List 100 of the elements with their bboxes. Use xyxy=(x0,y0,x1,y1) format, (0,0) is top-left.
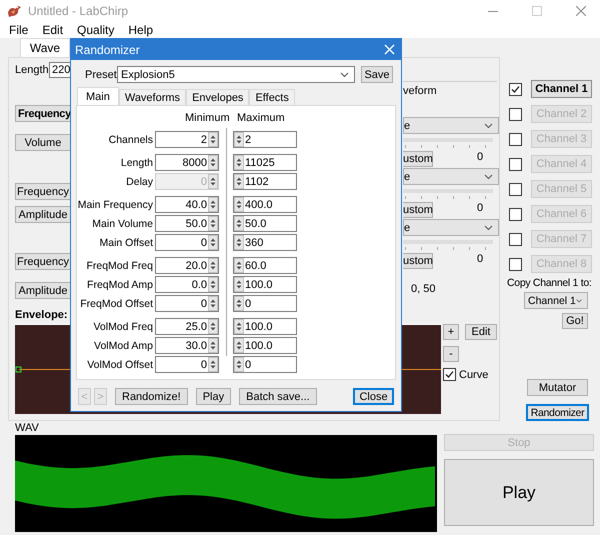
copy-label: Copy Channel 1 to: xyxy=(507,277,592,290)
spinner-arrows-icon[interactable] xyxy=(208,216,218,231)
spinner-arrows-icon[interactable] xyxy=(208,296,218,311)
length-field[interactable]: 220 xyxy=(49,62,71,78)
checkbox[interactable] xyxy=(509,82,522,96)
chevron-down-icon[interactable] xyxy=(484,224,493,230)
field-label: FreqMod Amp xyxy=(86,278,153,290)
edit-button[interactable]: Edit xyxy=(465,324,497,340)
button[interactable]: Volume xyxy=(15,134,71,151)
preset-label: Preset xyxy=(85,68,117,80)
play-button[interactable]: Play xyxy=(444,459,594,526)
number-field[interactable]: 400.0 xyxy=(233,196,297,213)
number-field[interactable]: 100.0 xyxy=(233,318,297,335)
button[interactable]: Mutator xyxy=(527,379,588,396)
custom-button[interactable]: ustom xyxy=(403,253,433,269)
menu-item[interactable]: Help xyxy=(128,22,154,36)
field-label: VolMod Amp xyxy=(93,340,153,352)
number-field[interactable]: 0 xyxy=(233,295,297,312)
spinner-arrows-icon[interactable] xyxy=(208,319,218,334)
chevron-down-icon[interactable] xyxy=(484,174,493,180)
chevron-down-icon[interactable] xyxy=(340,72,349,78)
custom-button[interactable]: ustom xyxy=(403,151,433,167)
spinner-arrows-icon[interactable] xyxy=(234,132,244,147)
number-field[interactable]: 25.0 xyxy=(155,318,219,335)
spinner-arrows-icon[interactable] xyxy=(208,132,218,147)
button[interactable]: Randomizer xyxy=(526,404,589,421)
spinner-arrows-icon[interactable] xyxy=(234,235,244,250)
number-field[interactable]: 2 xyxy=(233,131,297,148)
spinner-arrows-icon[interactable] xyxy=(208,258,218,273)
number-field[interactable]: 60.0 xyxy=(233,257,297,274)
button[interactable]: Amplitude xyxy=(15,282,71,299)
dropdown[interactable]: e xyxy=(403,168,499,185)
button[interactable]: Close xyxy=(353,388,394,405)
envelope-point[interactable] xyxy=(16,366,22,372)
number-field[interactable]: 100.0 xyxy=(233,337,297,354)
spinner-arrows-icon[interactable] xyxy=(234,296,244,311)
number-field[interactable]: 2 xyxy=(155,131,219,148)
number-field[interactable]: 360 xyxy=(233,234,297,251)
menu-item[interactable]: Quality xyxy=(77,22,114,36)
menu-item[interactable]: Edit xyxy=(42,22,64,36)
button[interactable]: Frequency xyxy=(15,253,71,270)
close-icon[interactable] xyxy=(576,6,586,16)
spinner-arrows-icon[interactable] xyxy=(208,197,218,212)
spinner-arrows-icon[interactable] xyxy=(208,357,218,372)
button[interactable]: Batch save... xyxy=(239,388,317,405)
number-field[interactable]: 50.0 xyxy=(155,215,219,232)
tab[interactable]: Wave xyxy=(20,38,70,57)
number-field[interactable]: 8000 xyxy=(155,154,219,171)
bird-icon xyxy=(6,4,22,18)
spinner-arrows-icon[interactable] xyxy=(234,357,244,372)
spinner-arrows-icon[interactable] xyxy=(208,338,218,353)
spinner-arrows-icon[interactable] xyxy=(234,216,244,231)
spinner-arrows-icon[interactable] xyxy=(234,338,244,353)
number-field[interactable]: 0.0 xyxy=(155,276,219,293)
button[interactable]: Amplitude xyxy=(15,206,71,223)
remove-button[interactable]: - xyxy=(443,346,459,362)
chevron-down-icon[interactable] xyxy=(484,122,493,128)
checkbox[interactable] xyxy=(443,368,456,381)
number-field[interactable]: 40.0 xyxy=(155,196,219,213)
save-button[interactable]: Save xyxy=(361,66,393,83)
go-button[interactable]: Go! xyxy=(562,313,588,329)
dropdown[interactable]: Explosion5 xyxy=(117,66,355,83)
custom-button[interactable]: ustom xyxy=(403,202,433,218)
spinner-arrows-icon[interactable] xyxy=(234,155,244,170)
button[interactable]: Frequency xyxy=(15,183,71,200)
number-field[interactable]: 0 xyxy=(233,356,297,373)
spinner-arrows-icon[interactable] xyxy=(234,258,244,273)
tab[interactable]: Main xyxy=(77,87,119,105)
tab[interactable]: Envelopes xyxy=(186,89,250,105)
spinner-arrows-icon[interactable] xyxy=(208,155,218,170)
spinner-arrows-icon[interactable] xyxy=(208,277,218,292)
menu-item[interactable]: File xyxy=(9,22,28,36)
number-field[interactable]: 20.0 xyxy=(155,257,219,274)
number-field[interactable]: 11025 xyxy=(233,154,297,171)
number-field[interactable]: 30.0 xyxy=(155,337,219,354)
button[interactable]: Frequency xyxy=(15,105,71,122)
field-label: Main Volume xyxy=(91,218,153,230)
dropdown[interactable]: e xyxy=(403,219,499,236)
tab[interactable]: Waveforms xyxy=(118,89,186,105)
dropdown[interactable]: Channel 1 xyxy=(524,292,588,309)
field-label: Channels xyxy=(108,134,153,146)
spinner-arrows-icon[interactable] xyxy=(208,235,218,250)
button[interactable]: Randomize! xyxy=(115,388,188,405)
number-field[interactable]: 0 xyxy=(155,295,219,312)
number-field[interactable]: 0 xyxy=(155,356,219,373)
number-field[interactable]: 0 xyxy=(155,234,219,251)
field-label: Delay xyxy=(125,176,153,188)
number-field[interactable]: 1102 xyxy=(233,173,297,190)
dropdown[interactable]: e xyxy=(403,117,499,134)
spinner-arrows-icon[interactable] xyxy=(234,174,244,189)
add-button[interactable]: + xyxy=(443,324,459,340)
spinner-arrows-icon[interactable] xyxy=(234,319,244,334)
channel-button[interactable]: Channel 1 xyxy=(531,80,592,98)
spinner-arrows-icon[interactable] xyxy=(234,277,244,292)
number-field[interactable]: 100.0 xyxy=(233,276,297,293)
spinner-arrows-icon[interactable] xyxy=(234,197,244,212)
chevron-down-icon[interactable] xyxy=(576,298,582,304)
number-field[interactable]: 50.0 xyxy=(233,215,297,232)
button[interactable]: Play xyxy=(196,388,232,405)
tab[interactable]: Effects xyxy=(249,89,295,105)
